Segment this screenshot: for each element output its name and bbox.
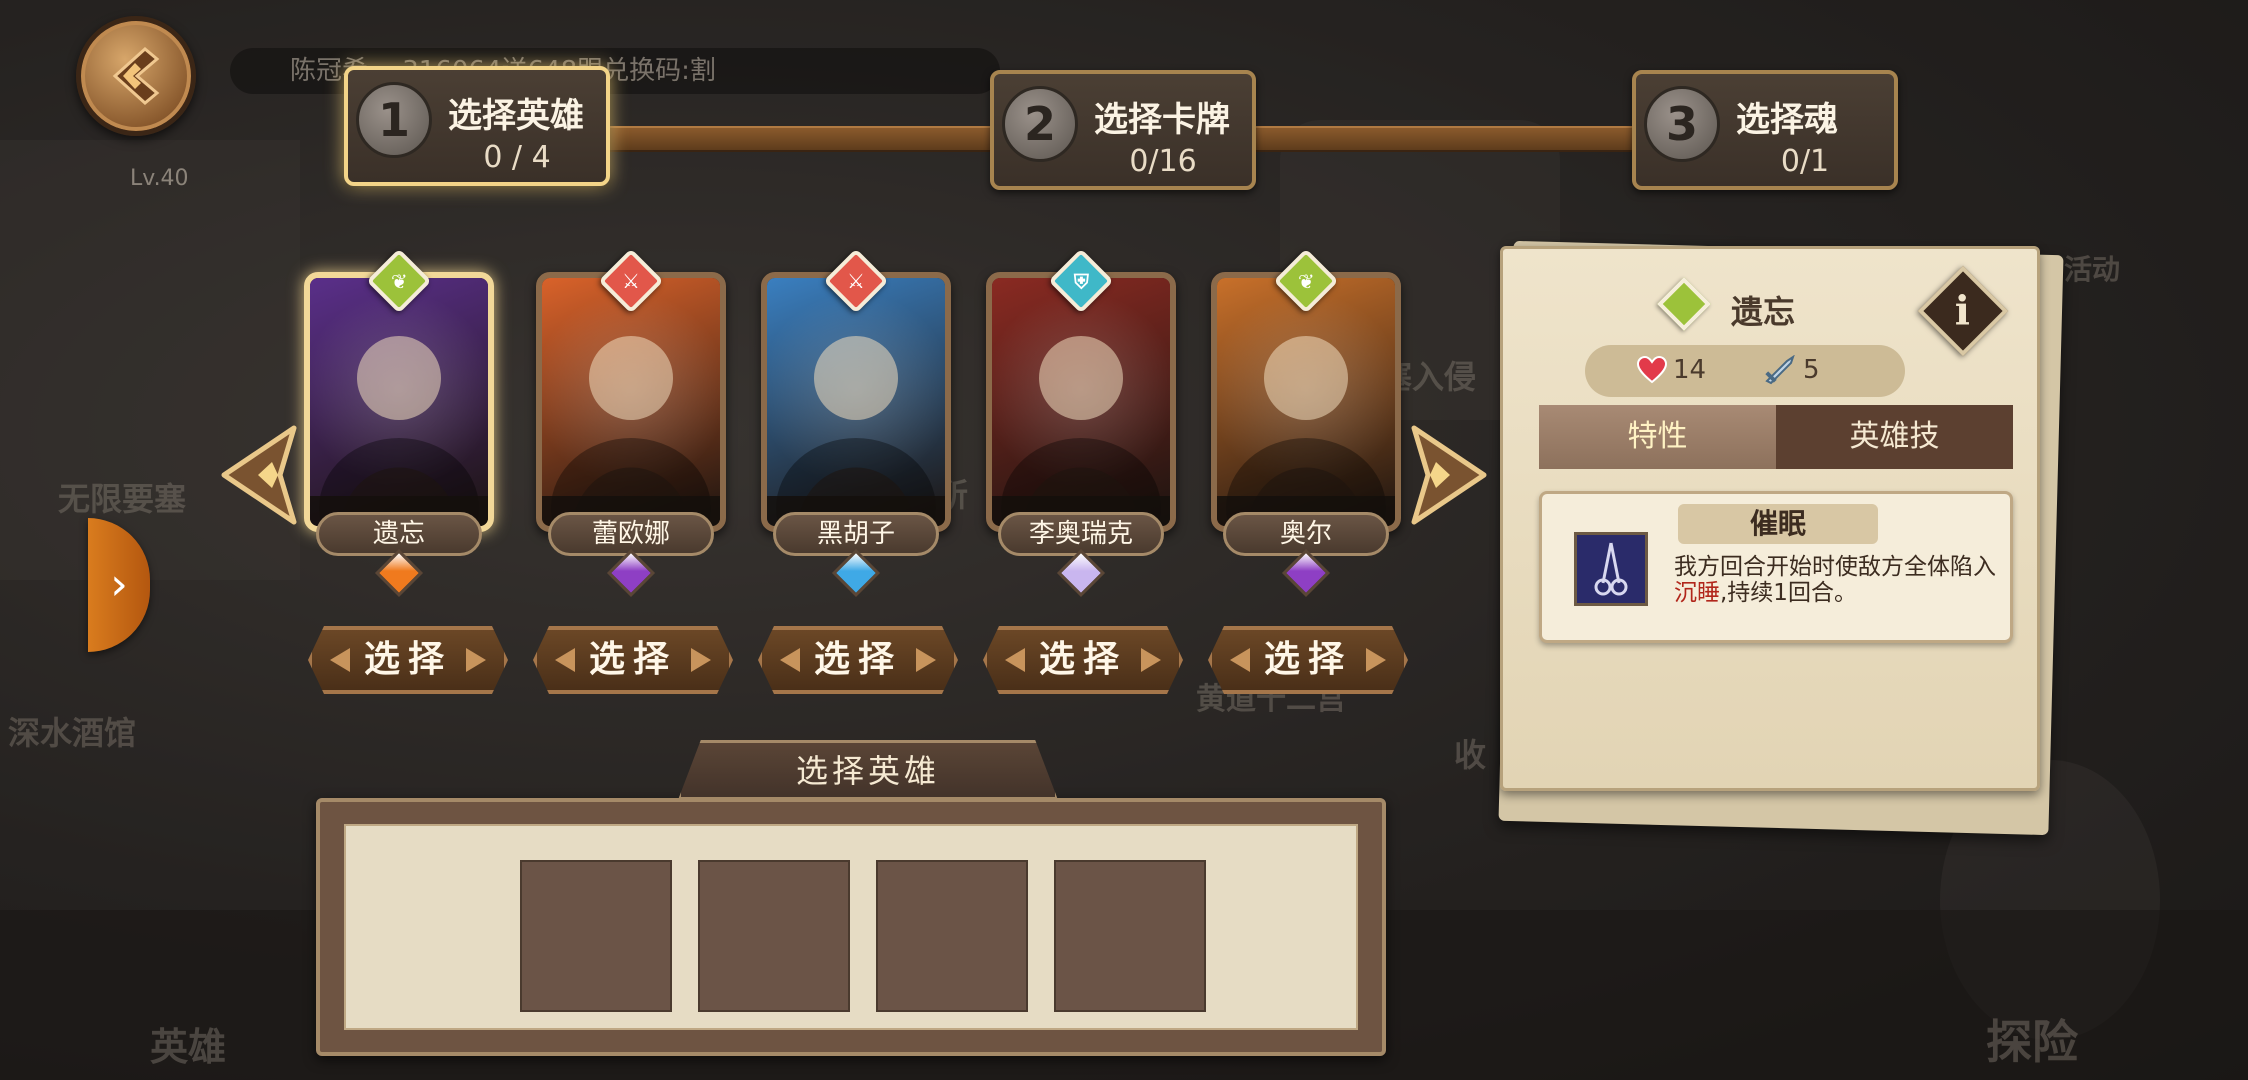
step-select-cards[interactable]: 2 选择卡牌 0/16 bbox=[990, 70, 1256, 190]
step-select-soul[interactable]: 3 选择魂 0/1 bbox=[1632, 70, 1898, 190]
hp-stat: 14 bbox=[1637, 355, 1706, 385]
hero-portrait bbox=[310, 278, 488, 526]
step-number: 3 bbox=[1644, 86, 1720, 162]
selected-heroes-tray bbox=[344, 824, 1358, 1030]
next-page-arrow-icon[interactable] bbox=[1404, 420, 1494, 530]
sword-stat-icon bbox=[1765, 355, 1795, 385]
hero-stats-bar: 14 5 bbox=[1585, 345, 1905, 397]
hero-slot-1[interactable] bbox=[520, 860, 672, 1012]
step-number: 1 bbox=[356, 82, 432, 158]
rarity-gem-icon bbox=[1281, 548, 1331, 598]
hero-figure-illustration bbox=[1226, 336, 1386, 526]
hero-card-4[interactable]: ⛨ 李奥瑞克 bbox=[986, 248, 1176, 598]
hypnosis-pendulum-icon bbox=[1574, 532, 1648, 606]
trait-description: 我方回合开始时使敌方全体陷入沉睡,持续1回合。 bbox=[1674, 554, 2004, 606]
class-glyph: ⚔ bbox=[847, 269, 865, 293]
hero-card-2[interactable]: ⚔ 蕾欧娜 bbox=[536, 248, 726, 598]
select-hero-button-4[interactable]: 选择 bbox=[983, 626, 1183, 694]
rarity-gem-icon bbox=[374, 548, 424, 598]
hero-figure-illustration bbox=[551, 336, 711, 526]
hero-class-gem-icon bbox=[1657, 277, 1711, 331]
info-button[interactable]: i bbox=[1917, 265, 2009, 357]
prev-page-arrow-icon[interactable] bbox=[214, 420, 304, 530]
player-level: Lv.40 bbox=[130, 166, 189, 191]
hero-figure-illustration bbox=[319, 336, 479, 526]
step-number: 2 bbox=[1002, 86, 1078, 162]
class-glyph: ❦ bbox=[1297, 268, 1315, 293]
hero-portrait bbox=[767, 278, 945, 526]
trait-card: 催眠 我方回合开始时使敌方全体陷入沉睡,持续1回合。 bbox=[1539, 491, 2013, 643]
hero-card-3[interactable]: ⚔ 黑胡子 bbox=[761, 248, 951, 598]
hero-card-5[interactable]: ❦ 奥尔 bbox=[1211, 248, 1401, 598]
detail-hero-name: 遗忘 bbox=[1731, 293, 1796, 331]
class-glyph: ⛨ bbox=[1073, 269, 1089, 293]
class-glyph: ❦ bbox=[390, 268, 408, 293]
step-title: 选择卡牌 bbox=[1094, 100, 1230, 140]
attack-value: 5 bbox=[1803, 355, 1820, 385]
hero-detail-panel: 遗忘 i 14 5 特性 英雄技 催眠 我方回合开始时使敌方全体陷入沉睡,持续1… bbox=[1500, 246, 2040, 791]
tab-hero-skill[interactable]: 英雄技 bbox=[1776, 405, 2013, 469]
step-count: 0/1 bbox=[1780, 144, 1830, 179]
select-hero-button-5[interactable]: 选择 bbox=[1208, 626, 1408, 694]
trait-title: 催眠 bbox=[1749, 507, 1806, 540]
hero-slot-2[interactable] bbox=[698, 860, 850, 1012]
detail-tabs: 特性 英雄技 bbox=[1539, 405, 2013, 469]
select-hero-button-3[interactable]: 选择 bbox=[758, 626, 958, 694]
hero-slot-4[interactable] bbox=[1054, 860, 1206, 1012]
step-count: 0 / 4 bbox=[483, 140, 551, 175]
hero-portrait bbox=[992, 278, 1170, 526]
step-title: 选择英雄 bbox=[448, 96, 584, 136]
trait-desc-text: 我方回合开始时使敌方全体陷入 bbox=[1674, 554, 1996, 580]
trait-desc-text-end: ,持续1回合。 bbox=[1720, 580, 1857, 606]
hp-value: 14 bbox=[1673, 355, 1707, 385]
select-hero-button-1[interactable]: 选择 bbox=[308, 626, 508, 694]
rarity-gem-icon bbox=[831, 548, 881, 598]
info-icon: i bbox=[1955, 287, 1971, 335]
trait-desc-highlight: 沉睡 bbox=[1674, 580, 1720, 606]
step-count: 0/16 bbox=[1129, 144, 1197, 179]
back-arrow-icon bbox=[112, 47, 160, 105]
step-select-hero[interactable]: 1 选择英雄 0 / 4 bbox=[344, 66, 610, 186]
hero-portrait bbox=[1217, 278, 1395, 526]
hero-slot-3[interactable] bbox=[876, 860, 1028, 1012]
hero-portrait bbox=[542, 278, 720, 526]
hero-figure-illustration bbox=[776, 336, 936, 526]
hero-figure-illustration bbox=[1001, 336, 1161, 526]
rarity-gem-icon bbox=[606, 548, 656, 598]
step-title: 选择魂 bbox=[1736, 100, 1838, 140]
select-hero-button-2[interactable]: 选择 bbox=[533, 626, 733, 694]
heart-icon bbox=[1637, 356, 1667, 384]
selected-heroes-title: 选择英雄 bbox=[678, 740, 1058, 800]
class-glyph: ⚔ bbox=[622, 269, 640, 293]
hero-card-1[interactable]: ❦ 遗忘 bbox=[304, 248, 494, 598]
back-button[interactable] bbox=[76, 16, 196, 136]
selected-heroes-panel bbox=[316, 798, 1386, 1056]
rarity-gem-icon bbox=[1056, 548, 1106, 598]
attack-stat: 5 bbox=[1763, 355, 1820, 385]
tab-traits[interactable]: 特性 bbox=[1539, 405, 1776, 469]
